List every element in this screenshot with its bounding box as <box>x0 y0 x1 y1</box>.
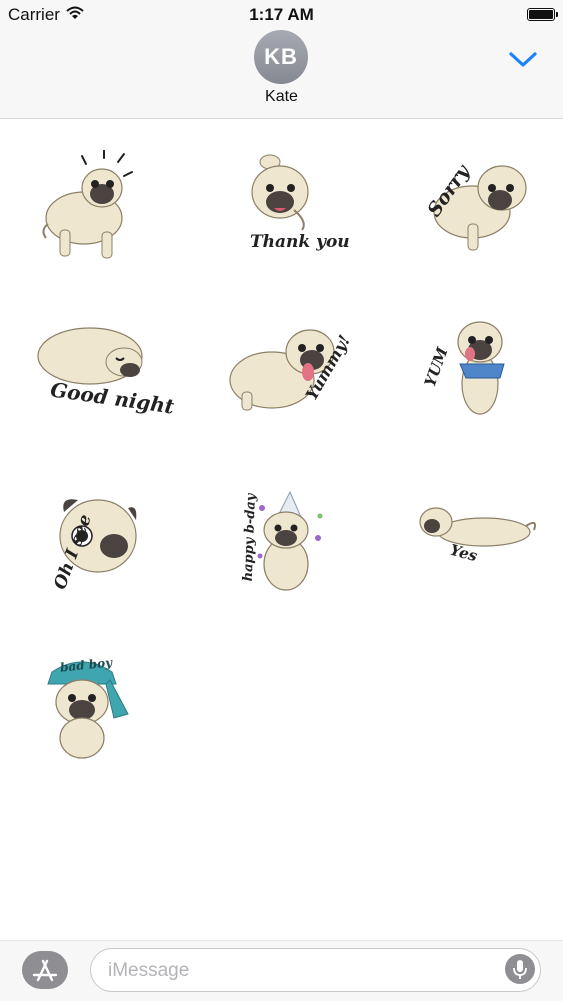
pug-thank-you-illustration <box>251 154 309 231</box>
sticker-pug-good-night[interactable]: Good night <box>20 318 176 438</box>
clock: 1:17 AM <box>249 5 314 24</box>
status-bar: Carrier 1:17 AM <box>0 0 563 30</box>
pug-oh-i-see-illustration <box>59 499 137 573</box>
battery-icon <box>527 8 558 21</box>
sticker-pug-oh-i-see[interactable]: Oh I see <box>20 486 160 606</box>
sticker-caption: happy b-day <box>240 493 259 582</box>
message-placeholder: iMessage <box>108 960 190 981</box>
app-store-button[interactable] <box>22 951 68 989</box>
pug-yes-illustration <box>419 507 536 547</box>
sticker-caption: Thank you <box>250 232 350 252</box>
app-store-icon <box>32 959 58 982</box>
avatar-initials: KB <box>264 44 298 69</box>
sticker-pug-yum[interactable]: YUM <box>420 318 560 438</box>
contact-name[interactable]: Kate <box>0 88 563 106</box>
sticker-pug-yummy[interactable]: Yummy! <box>222 318 362 438</box>
compose-bar: iMessage <box>0 940 563 1001</box>
pug-bad-boy-illustration <box>47 661 129 759</box>
sticker-pug-bad-boy[interactable]: bad boy <box>20 654 160 774</box>
pug-surprised-illustration <box>42 149 133 259</box>
sticker-pug-sorry[interactable]: Sorry <box>410 150 550 270</box>
pug-good-night-illustration <box>37 327 143 385</box>
microphone-button[interactable] <box>505 954 535 984</box>
avatar[interactable]: KB <box>254 30 308 84</box>
microphone-icon <box>513 960 527 979</box>
message-input[interactable]: iMessage <box>90 948 541 992</box>
sticker-pug-happy-b-day[interactable]: happy b-day <box>222 486 362 606</box>
sticker-pug-yes[interactable]: Yes <box>416 486 556 606</box>
chevron-down-icon[interactable] <box>506 44 540 74</box>
sticker-pug-surprised[interactable] <box>20 149 160 270</box>
conversation-header: KB Kate <box>0 30 563 119</box>
sticker-pug-thank-you[interactable]: Thank you <box>212 150 352 270</box>
